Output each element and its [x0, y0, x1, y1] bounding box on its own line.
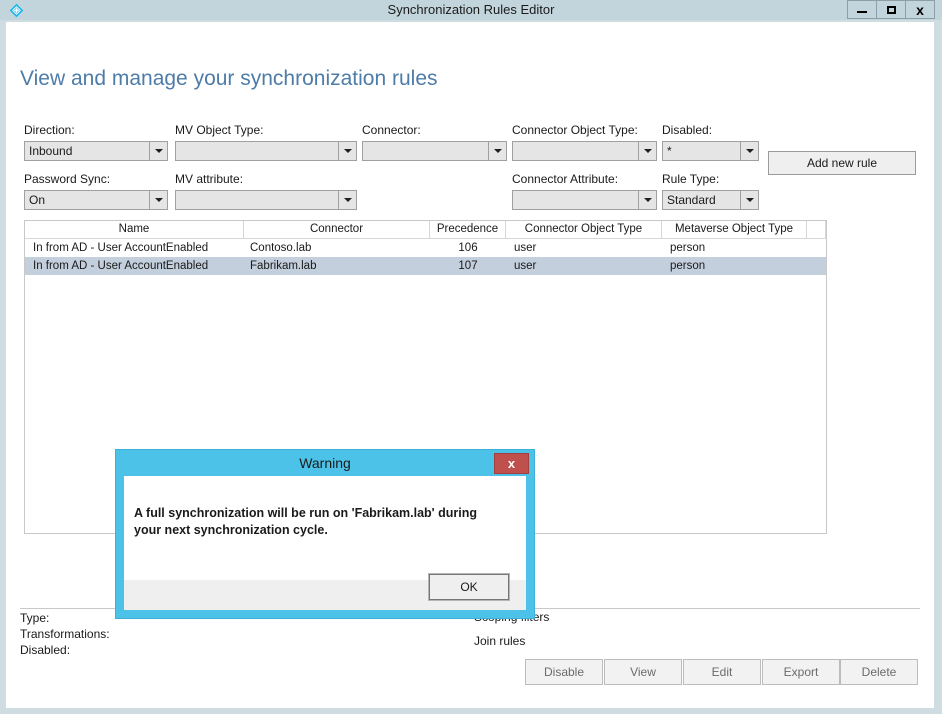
detail-label-type: Type:	[20, 611, 50, 625]
client-area: View and manage your synchronization rul…	[6, 22, 934, 708]
combo-disabled[interactable]: *	[662, 141, 759, 161]
cell-connector-object-type: user	[514, 242, 537, 254]
window-title: Synchronization Rules Editor	[387, 2, 555, 17]
combo-password-sync[interactable]: On	[24, 190, 168, 210]
detail-label-transformations: Transformations:	[20, 627, 110, 641]
view-button[interactable]: View	[604, 659, 682, 685]
window-controls: x	[847, 0, 935, 19]
combo-mv-attribute-value	[176, 191, 338, 209]
grid-col-connector-object-type[interactable]: Connector Object Type	[506, 221, 662, 238]
label-connector-attribute: Connector Attribute:	[512, 172, 619, 186]
label-mv-object-type: MV Object Type:	[175, 123, 264, 137]
label-disabled: Disabled:	[662, 123, 713, 137]
detail-left-labels: Type: Transformations: Disabled:	[20, 610, 110, 658]
combo-connector-attribute-value	[513, 191, 638, 209]
dialog-message: A full synchronization will be run on 'F…	[134, 506, 478, 537]
combo-rule-type[interactable]: Standard	[662, 190, 759, 210]
warning-dialog: Warning x A full synchronization will be…	[116, 450, 534, 618]
cell-precedence: 106	[458, 242, 478, 254]
add-new-rule-button[interactable]: Add new rule	[768, 151, 916, 175]
dialog-ok-button[interactable]: OK	[429, 574, 509, 600]
chevron-down-icon[interactable]	[638, 142, 656, 160]
grid-header-row: Name Connector Precedence Connector Obje…	[25, 221, 826, 239]
combo-rule-type-value: Standard	[667, 193, 716, 207]
close-button[interactable]: x	[905, 0, 935, 19]
chevron-down-icon[interactable]	[740, 142, 758, 160]
combo-connector[interactable]	[362, 141, 507, 161]
export-button[interactable]: Export	[762, 659, 840, 685]
label-direction: Direction:	[24, 123, 75, 137]
grid-col-name[interactable]: Name	[25, 221, 244, 238]
grid-col-metaverse-object-type[interactable]: Metaverse Object Type	[662, 221, 807, 238]
chevron-down-icon[interactable]	[488, 142, 506, 160]
cell-precedence: 107	[458, 260, 478, 272]
cell-connector: Contoso.lab	[250, 242, 312, 254]
combo-connector-value	[363, 142, 488, 160]
cell-metaverse-object-type: person	[670, 260, 706, 272]
combo-mv-object-type-value	[176, 142, 338, 160]
label-mv-attribute: MV attribute:	[175, 172, 244, 186]
combo-direction-value: Inbound	[29, 144, 73, 158]
label-password-sync: Password Sync:	[24, 172, 111, 186]
cell-metaverse-object-type: person	[670, 242, 706, 254]
chevron-down-icon[interactable]	[149, 142, 167, 160]
maximize-button[interactable]	[876, 0, 906, 19]
combo-connector-attribute[interactable]	[512, 190, 657, 210]
grid-col-connector[interactable]: Connector	[244, 221, 430, 238]
combo-mv-object-type[interactable]	[175, 141, 357, 161]
cell-connector: Fabrikam.lab	[250, 260, 317, 272]
chevron-down-icon[interactable]	[149, 191, 167, 209]
disable-button[interactable]: Disable	[525, 659, 603, 685]
edit-button[interactable]: Edit	[683, 659, 761, 685]
combo-direction[interactable]: Inbound	[24, 141, 168, 161]
combo-password-sync-value: On	[29, 193, 46, 207]
combo-disabled-value: *	[667, 144, 672, 158]
label-connector: Connector:	[362, 123, 421, 137]
chevron-down-icon[interactable]	[338, 142, 356, 160]
minimize-button[interactable]	[847, 0, 877, 19]
combo-mv-attribute[interactable]	[175, 190, 357, 210]
table-row[interactable]: In from AD - User AccountEnabled Fabrika…	[25, 257, 826, 275]
dialog-close-button[interactable]: x	[494, 453, 529, 474]
chevron-down-icon[interactable]	[338, 191, 356, 209]
combo-connector-object-type[interactable]	[512, 141, 657, 161]
detail-label-join-rules: Join rules	[474, 634, 526, 648]
grid-col-spacer[interactable]	[807, 221, 826, 238]
grid-col-precedence[interactable]: Precedence	[430, 221, 506, 238]
table-row[interactable]: In from AD - User AccountEnabled Contoso…	[25, 239, 826, 257]
combo-connector-object-type-value	[513, 142, 638, 160]
page-title: View and manage your synchronization rul…	[20, 67, 438, 90]
label-connector-object-type: Connector Object Type:	[512, 123, 638, 137]
chevron-down-icon[interactable]	[638, 191, 656, 209]
dialog-title: Warning	[299, 455, 351, 471]
delete-button[interactable]: Delete	[840, 659, 918, 685]
label-rule-type: Rule Type:	[662, 172, 720, 186]
cell-name: In from AD - User AccountEnabled	[33, 260, 209, 272]
detail-label-disabled: Disabled:	[20, 643, 71, 657]
main-window: Synchronization Rules Editor x View and …	[0, 0, 942, 714]
cell-name: In from AD - User AccountEnabled	[33, 242, 209, 254]
cell-connector-object-type: user	[514, 260, 537, 272]
chevron-down-icon[interactable]	[740, 191, 758, 209]
window-titlebar: Synchronization Rules Editor x	[0, 0, 942, 20]
